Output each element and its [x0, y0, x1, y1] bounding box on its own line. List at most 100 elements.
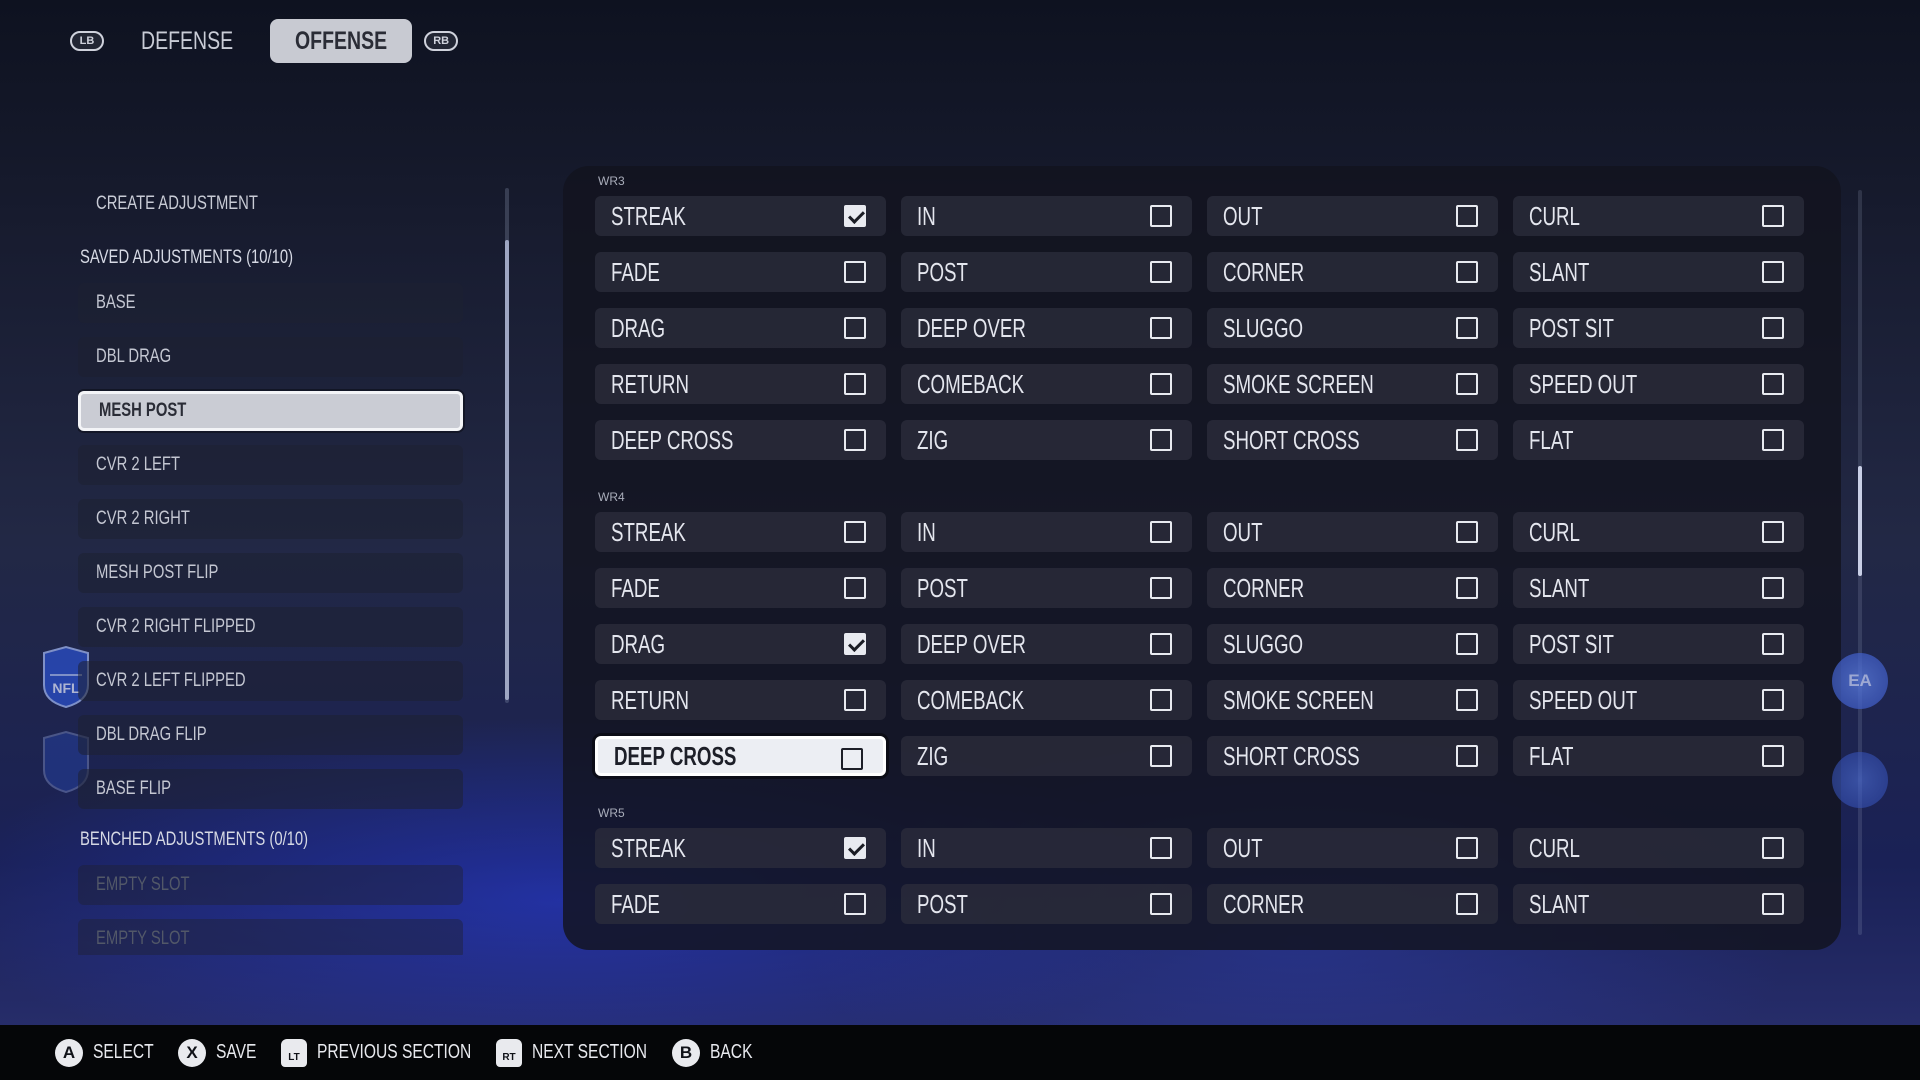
route-option[interactable]: FLAT: [1513, 736, 1804, 776]
checkbox-icon[interactable]: [1762, 837, 1784, 859]
hint-previous-section[interactable]: LT PREVIOUS SECTION: [281, 1038, 472, 1067]
saved-adjustment-item[interactable]: BASE: [78, 283, 463, 323]
route-option[interactable]: FADE: [595, 568, 886, 608]
route-option[interactable]: SPEED OUT: [1513, 680, 1804, 720]
checkbox-icon[interactable]: [1150, 317, 1172, 339]
tab-defense[interactable]: DEFENSE: [116, 19, 258, 63]
saved-adjustment-item[interactable]: MESH POST FLIP: [78, 553, 463, 593]
route-option[interactable]: OUT: [1207, 196, 1498, 236]
checkbox-icon[interactable]: [1762, 633, 1784, 655]
route-option[interactable]: DEEP OVER: [901, 624, 1192, 664]
checkbox-icon[interactable]: [1456, 429, 1478, 451]
checkbox-icon[interactable]: [844, 317, 866, 339]
checkbox-icon[interactable]: [844, 261, 866, 283]
route-option[interactable]: FADE: [595, 884, 886, 924]
checkbox-icon[interactable]: [1762, 261, 1784, 283]
checkbox-icon[interactable]: [1456, 577, 1478, 599]
checkbox-icon[interactable]: [844, 689, 866, 711]
checkbox-icon[interactable]: [1456, 745, 1478, 767]
saved-adjustment-item[interactable]: CVR 2 LEFT FLIPPED: [78, 661, 463, 701]
checkbox-icon[interactable]: [1456, 893, 1478, 915]
saved-adjustment-item[interactable]: BASE FLIP: [78, 769, 463, 809]
checkbox-icon[interactable]: [1762, 689, 1784, 711]
checkbox-icon[interactable]: [1150, 205, 1172, 227]
route-option[interactable]: OUT: [1207, 828, 1498, 868]
route-option[interactable]: POST: [901, 568, 1192, 608]
route-option[interactable]: CORNER: [1207, 884, 1498, 924]
route-option[interactable]: IN: [901, 196, 1192, 236]
checkbox-icon[interactable]: [1150, 633, 1172, 655]
route-option[interactable]: ZIG: [901, 736, 1192, 776]
route-option[interactable]: DRAG: [595, 624, 886, 664]
hint-save[interactable]: X SAVE: [178, 1038, 257, 1067]
saved-adjustment-item[interactable]: DBL DRAG FLIP: [78, 715, 463, 755]
checkbox-icon[interactable]: [1456, 373, 1478, 395]
checkbox-icon[interactable]: [1762, 205, 1784, 227]
route-option[interactable]: RETURN: [595, 680, 886, 720]
benched-adjustment-slot[interactable]: EMPTY SLOT: [78, 865, 463, 905]
route-option[interactable]: IN: [901, 828, 1192, 868]
route-option[interactable]: CURL: [1513, 196, 1804, 236]
saved-adjustment-item[interactable]: CVR 2 RIGHT: [78, 499, 463, 539]
saved-adjustment-item[interactable]: CVR 2 LEFT: [78, 445, 463, 485]
checkbox-icon[interactable]: [1150, 521, 1172, 543]
checkbox-icon[interactable]: [1456, 317, 1478, 339]
route-option[interactable]: DEEP CROSS: [595, 420, 886, 460]
lb-bumper-icon[interactable]: LB: [70, 31, 104, 51]
route-option[interactable]: STREAK: [595, 196, 886, 236]
route-option[interactable]: IN: [901, 512, 1192, 552]
route-option[interactable]: SLANT: [1513, 568, 1804, 608]
route-option[interactable]: SLANT: [1513, 252, 1804, 292]
checkbox-checked-icon[interactable]: [844, 205, 866, 227]
checkbox-icon[interactable]: [1150, 373, 1172, 395]
route-option[interactable]: SLUGGO: [1207, 308, 1498, 348]
route-option[interactable]: SLUGGO: [1207, 624, 1498, 664]
saved-adjustment-item[interactable]: CVR 2 RIGHT FLIPPED: [78, 607, 463, 647]
checkbox-checked-icon[interactable]: [844, 633, 866, 655]
route-option[interactable]: SMOKE SCREEN: [1207, 680, 1498, 720]
checkbox-icon[interactable]: [1456, 633, 1478, 655]
rb-bumper-icon[interactable]: RB: [424, 31, 459, 51]
checkbox-icon[interactable]: [1150, 261, 1172, 283]
checkbox-icon[interactable]: [1150, 577, 1172, 599]
route-option[interactable]: POST: [901, 884, 1192, 924]
checkbox-icon[interactable]: [1762, 577, 1784, 599]
route-option[interactable]: DEEP CROSS: [595, 736, 886, 776]
route-option[interactable]: POST: [901, 252, 1192, 292]
route-option[interactable]: DRAG: [595, 308, 886, 348]
checkbox-icon[interactable]: [1456, 689, 1478, 711]
checkbox-icon[interactable]: [1762, 317, 1784, 339]
main-scrollbar-thumb[interactable]: [1858, 466, 1862, 576]
route-option[interactable]: RETURN: [595, 364, 886, 404]
route-option[interactable]: POST SIT: [1513, 308, 1804, 348]
checkbox-checked-icon[interactable]: [844, 837, 866, 859]
checkbox-icon[interactable]: [1150, 837, 1172, 859]
saved-adjustment-item[interactable]: MESH POST: [78, 391, 463, 431]
checkbox-icon[interactable]: [1762, 373, 1784, 395]
tab-offense[interactable]: OFFENSE: [270, 19, 413, 63]
saved-adjustment-item[interactable]: DBL DRAG: [78, 337, 463, 377]
route-option[interactable]: ZIG: [901, 420, 1192, 460]
route-option[interactable]: DEEP OVER: [901, 308, 1192, 348]
create-adjustment-button[interactable]: CREATE ADJUSTMENT: [96, 193, 304, 215]
checkbox-icon[interactable]: [1456, 261, 1478, 283]
route-option[interactable]: SHORT CROSS: [1207, 420, 1498, 460]
checkbox-icon[interactable]: [844, 373, 866, 395]
route-option[interactable]: SLANT: [1513, 884, 1804, 924]
checkbox-icon[interactable]: [841, 748, 863, 770]
route-option[interactable]: SPEED OUT: [1513, 364, 1804, 404]
left-scrollbar-thumb[interactable]: [505, 240, 509, 700]
route-option[interactable]: CORNER: [1207, 568, 1498, 608]
checkbox-icon[interactable]: [1456, 837, 1478, 859]
checkbox-icon[interactable]: [1456, 521, 1478, 543]
route-option[interactable]: CURL: [1513, 828, 1804, 868]
checkbox-icon[interactable]: [1762, 521, 1784, 543]
checkbox-icon[interactable]: [844, 577, 866, 599]
route-option[interactable]: STREAK: [595, 828, 886, 868]
checkbox-icon[interactable]: [1456, 205, 1478, 227]
route-option[interactable]: STREAK: [595, 512, 886, 552]
checkbox-icon[interactable]: [844, 893, 866, 915]
route-option[interactable]: OUT: [1207, 512, 1498, 552]
route-option[interactable]: FLAT: [1513, 420, 1804, 460]
checkbox-icon[interactable]: [1762, 893, 1784, 915]
